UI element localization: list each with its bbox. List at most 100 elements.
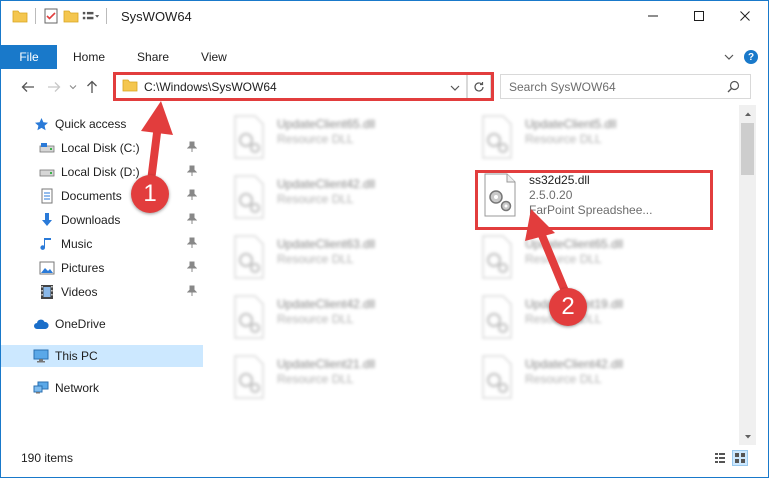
cloud-icon [33, 316, 49, 332]
expand-ribbon-icon[interactable] [724, 50, 734, 64]
file-list: UpdateClient65.dll Resource DLL UpdateCl… [211, 105, 739, 445]
sidebar-item-this-pc[interactable]: This PC [1, 345, 203, 367]
tab-file[interactable]: File [1, 45, 57, 69]
sidebar-item-local-disk-d[interactable]: Local Disk (D:) [1, 161, 203, 183]
sidebar-item-label: This PC [55, 349, 98, 363]
documents-icon [39, 188, 55, 204]
scroll-thumb[interactable] [741, 123, 754, 175]
sidebar-item-label: Downloads [61, 213, 121, 227]
sidebar-item-onedrive[interactable]: OneDrive [1, 313, 203, 335]
sidebar-item-pictures[interactable]: Pictures [1, 257, 203, 279]
dll-file-icon [234, 355, 264, 399]
file-tile[interactable]: UpdateClient65.dll Resource DLL [229, 113, 449, 163]
minimize-button[interactable] [630, 1, 676, 31]
file-tile[interactable]: UpdateClient42.dll Resource DLL [229, 173, 449, 223]
pin-icon[interactable] [186, 141, 198, 156]
forward-button[interactable] [41, 74, 67, 100]
drive-icon [39, 140, 55, 156]
properties-icon[interactable] [42, 7, 60, 25]
file-tile[interactable]: UpdateClient65.dll Resource DLL [477, 233, 697, 283]
pin-icon[interactable] [186, 261, 198, 276]
sidebar-item-downloads[interactable]: Downloads [1, 209, 203, 231]
dll-file-icon [234, 295, 264, 339]
step-marker-2: 2 [549, 288, 587, 326]
sidebar-item-label: Network [55, 381, 100, 395]
file-tile[interactable]: UpdateClient21.dll Resource DLL [229, 353, 449, 403]
toolbar-divider [35, 8, 36, 24]
close-button[interactable] [722, 1, 768, 31]
dll-file-icon [482, 115, 512, 159]
file-name: UpdateClient42.dll [277, 177, 376, 191]
dll-file-icon [482, 235, 512, 279]
search-box[interactable] [500, 74, 751, 99]
ribbon-tabs: File Home Share View ? [1, 45, 768, 69]
file-type: Resource DLL [525, 252, 602, 266]
drive-icon [39, 164, 55, 180]
pin-icon[interactable] [186, 237, 198, 252]
scroll-up-button[interactable] [739, 105, 756, 122]
maximize-button[interactable] [676, 1, 722, 31]
scroll-down-button[interactable] [739, 428, 756, 445]
sidebar-item-label: Quick access [55, 117, 127, 131]
sidebar-item-quick-access[interactable]: Quick access [1, 113, 203, 135]
music-icon [39, 236, 55, 252]
back-button[interactable] [15, 74, 41, 100]
sidebar-item-documents[interactable]: Documents [1, 185, 203, 207]
videos-icon [39, 284, 55, 300]
recent-locations-button[interactable] [67, 74, 79, 100]
search-input[interactable] [509, 79, 719, 94]
sidebar-item-label: OneDrive [55, 317, 106, 331]
customize-toolbar-icon[interactable] [82, 7, 100, 25]
tab-view[interactable]: View [185, 45, 243, 69]
tiles-view-icon[interactable] [732, 450, 748, 466]
search-icon[interactable] [727, 80, 740, 96]
file-tile[interactable]: UpdateClient63.dll Resource DLL [229, 233, 449, 283]
item-count: 190 items [21, 451, 74, 465]
window-title: SysWOW64 [121, 8, 192, 24]
quick-access-toolbar [1, 1, 111, 31]
file-name: UpdateClient65.dll [277, 117, 376, 131]
sidebar-item-label: Music [61, 237, 93, 251]
pin-icon[interactable] [186, 213, 198, 228]
star-icon [33, 116, 49, 132]
sidebar-item-videos[interactable]: Videos [1, 281, 203, 303]
pin-icon[interactable] [186, 189, 198, 204]
dll-file-icon [482, 355, 512, 399]
pin-icon[interactable] [186, 165, 198, 180]
file-name: UpdateClient65.dll [525, 237, 624, 251]
explorer-window: SysWOW64 File Home Share View ? C:\Windo… [0, 0, 769, 478]
file-name: UpdateClient5.dll [525, 117, 617, 131]
navigation-pane: Quick access Local Disk (C:) Local Disk … [1, 109, 203, 445]
up-button[interactable] [79, 74, 105, 100]
file-tile[interactable]: UpdateClient42.dll Resource DLL [477, 353, 697, 403]
sidebar-item-network[interactable]: Network [1, 377, 203, 399]
pin-icon[interactable] [186, 285, 198, 300]
file-type: Resource DLL [277, 252, 354, 266]
details-view-icon[interactable] [712, 450, 728, 466]
computer-icon [33, 348, 49, 364]
status-bar: 190 items [1, 447, 768, 469]
sidebar-item-label: Local Disk (D:) [61, 165, 140, 179]
file-type: Resource DLL [277, 372, 354, 386]
file-tile[interactable]: UpdateClient19.dll Resource DLL [477, 293, 697, 343]
tab-share[interactable]: Share [121, 45, 185, 69]
file-tile[interactable]: UpdateClient42.dll Resource DLL [229, 293, 449, 343]
file-name: UpdateClient42.dll [525, 357, 624, 371]
file-tile[interactable]: UpdateClient5.dll Resource DLL [477, 113, 697, 163]
file-type: Resource DLL [277, 132, 354, 146]
sidebar-item-music[interactable]: Music [1, 233, 203, 255]
vertical-scrollbar[interactable] [739, 105, 756, 445]
tab-home[interactable]: Home [57, 45, 121, 69]
help-icon[interactable]: ? [744, 50, 758, 64]
sidebar-item-label: Pictures [61, 261, 105, 275]
new-folder-icon[interactable] [62, 7, 80, 25]
dll-file-icon [482, 295, 512, 339]
network-icon [33, 380, 49, 396]
file-type: Resource DLL [525, 132, 602, 146]
downloads-icon [39, 212, 55, 228]
sidebar-item-label: Videos [61, 285, 98, 299]
file-name: UpdateClient42.dll [277, 297, 376, 311]
file-type: Resource DLL [277, 192, 354, 206]
pictures-icon [39, 260, 55, 276]
sidebar-item-local-disk-c[interactable]: Local Disk (C:) [1, 137, 203, 159]
